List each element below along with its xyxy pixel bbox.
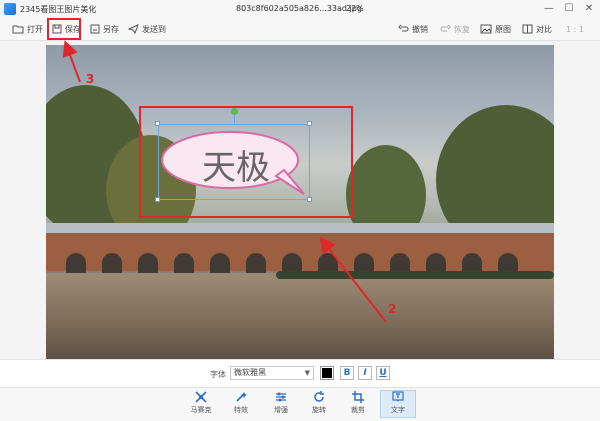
font-label: 字体 bbox=[210, 370, 226, 379]
sliders-icon bbox=[276, 392, 286, 402]
rotate-icon bbox=[314, 391, 324, 402]
effects-button[interactable]: 特效 bbox=[223, 391, 259, 415]
chevron-down-icon: ▼ bbox=[304, 369, 310, 377]
bold-button[interactable]: B bbox=[340, 366, 354, 380]
mosaic-button[interactable]: 马赛克 bbox=[183, 391, 219, 415]
text-tool-label: 文字 bbox=[391, 406, 405, 414]
crop-label: 裁剪 bbox=[351, 406, 365, 414]
enhance-label: 增强 bbox=[274, 406, 288, 414]
mosaic-icon bbox=[195, 391, 207, 403]
underline-button[interactable]: U bbox=[376, 366, 390, 380]
annotation-arrows bbox=[62, 40, 493, 406]
enhance-button[interactable]: 增强 bbox=[263, 391, 299, 415]
magic-wand-icon bbox=[236, 392, 247, 402]
rotate-button[interactable]: 旋转 bbox=[301, 391, 337, 415]
crop-icon bbox=[352, 391, 364, 403]
rotate-label: 旋转 bbox=[312, 406, 326, 414]
font-select[interactable]: 微软雅黑 ▼ bbox=[230, 366, 314, 380]
font-value: 微软雅黑 bbox=[234, 368, 266, 377]
text-icon bbox=[392, 391, 404, 402]
italic-button[interactable]: I bbox=[358, 366, 372, 380]
effects-label: 特效 bbox=[234, 406, 248, 414]
mosaic-label: 马赛克 bbox=[190, 406, 212, 414]
font-toolbar: 字体 微软雅黑 ▼ B I U bbox=[0, 359, 600, 388]
step-3-label: 3 bbox=[86, 72, 95, 86]
text-color-picker[interactable] bbox=[320, 366, 334, 380]
step-2-label: 2 bbox=[388, 302, 397, 316]
crop-button[interactable]: 裁剪 bbox=[340, 391, 376, 415]
text-tool-button[interactable]: 文字 bbox=[380, 390, 416, 418]
bottom-toolbar: 马赛克 特效 增强 旋转 裁剪 文字 bbox=[0, 387, 600, 421]
